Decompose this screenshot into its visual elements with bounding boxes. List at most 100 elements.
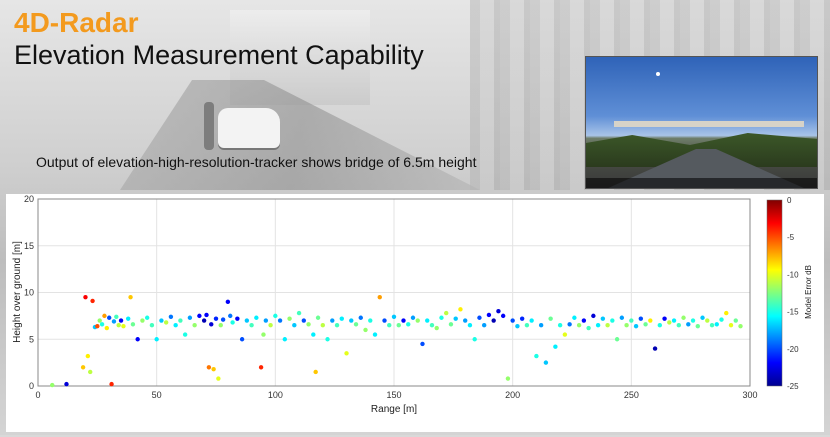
data-point [163,320,169,325]
data-point [719,317,724,322]
data-point [486,312,492,318]
data-point [662,316,667,321]
data-point [358,315,363,320]
data-point [491,318,496,323]
data-point [724,310,729,316]
data-point [515,323,520,329]
data-point [709,323,715,328]
data-point [159,318,164,323]
colorbar-ticks: 0 -5 -10 -15 -20 -25 [787,196,799,391]
colorbar-tick-label: -20 [787,345,799,354]
background-car [218,108,280,148]
data-point [444,310,449,316]
x-tick-label: 300 [742,390,757,400]
data-point [681,315,686,320]
colorbar-tick-label: -25 [787,382,799,391]
caption-text: Output of elevation-high-resolution-trac… [36,154,477,170]
data-point [638,316,644,321]
data-point [557,323,563,328]
sky-moon [656,72,660,76]
chart-panel: 0 50 100 150 200 250 300 0 5 10 15 20 Range [m] He… [6,194,824,432]
scatter-points [50,294,743,388]
x-tick-label: 250 [624,390,639,400]
data-point [553,344,558,349]
data-point [239,337,245,342]
data-point [254,315,259,320]
grid-lines [37,198,751,387]
data-point [168,314,174,320]
y-tick-label: 5 [29,334,34,344]
data-point [733,318,738,323]
data-point [258,365,264,370]
data-point [218,323,223,328]
data-point [690,318,696,323]
data-point [154,337,159,342]
data-point [88,369,93,375]
data-point [216,376,221,381]
data-point [406,322,411,327]
data-point [292,323,297,328]
data-point [728,323,734,328]
data-point [714,322,719,327]
data-point [401,318,406,323]
scatter-chart: 0 50 100 150 200 250 300 0 5 10 15 20 Range [m] He… [12,194,813,415]
data-point [118,318,124,323]
data-point [107,315,112,320]
data-point [85,353,91,359]
data-point [591,313,596,319]
data-point [481,323,487,328]
data-point [83,294,88,300]
data-point [263,318,269,323]
data-point [467,323,473,328]
data-point [425,318,430,323]
data-point [353,322,359,327]
data-point [463,318,468,323]
data-point [519,316,525,321]
data-point [453,316,458,321]
data-point [600,316,606,321]
data-point [315,315,321,320]
data-point [121,323,126,329]
data-point [228,313,233,319]
data-point [95,323,100,329]
overlay-strip [586,178,817,188]
data-point [667,320,672,325]
data-point [538,323,544,328]
data-point [410,315,416,320]
data-point [477,315,482,320]
data-point [97,318,102,323]
data-point [510,318,515,323]
data-point [301,318,307,323]
data-point [686,322,691,327]
data-point [273,313,278,319]
data-point [306,322,311,327]
data-point [339,316,344,321]
data-point [458,307,463,312]
data-point [114,314,119,320]
data-point [382,318,387,323]
data-point [182,332,188,337]
data-point [225,299,231,305]
camera-inset-photo [585,56,818,189]
data-point [377,294,382,300]
data-point [372,332,378,337]
data-point [325,337,330,342]
data-point [624,323,629,328]
data-point [213,316,219,321]
data-point [197,313,202,319]
data-point [282,337,288,342]
y-tick-label: 20 [24,194,34,204]
data-point [128,294,133,300]
data-point [524,323,530,328]
x-tick-label: 150 [386,390,401,400]
data-point [505,376,511,381]
data-point [149,323,155,328]
data-point [320,323,325,328]
data-point [448,322,454,327]
data-point [344,351,349,356]
y-tick-label: 0 [29,381,34,391]
data-point [135,337,140,342]
colorbar-tick-label: 0 [787,196,792,205]
data-point [349,318,354,323]
data-point [99,322,105,327]
